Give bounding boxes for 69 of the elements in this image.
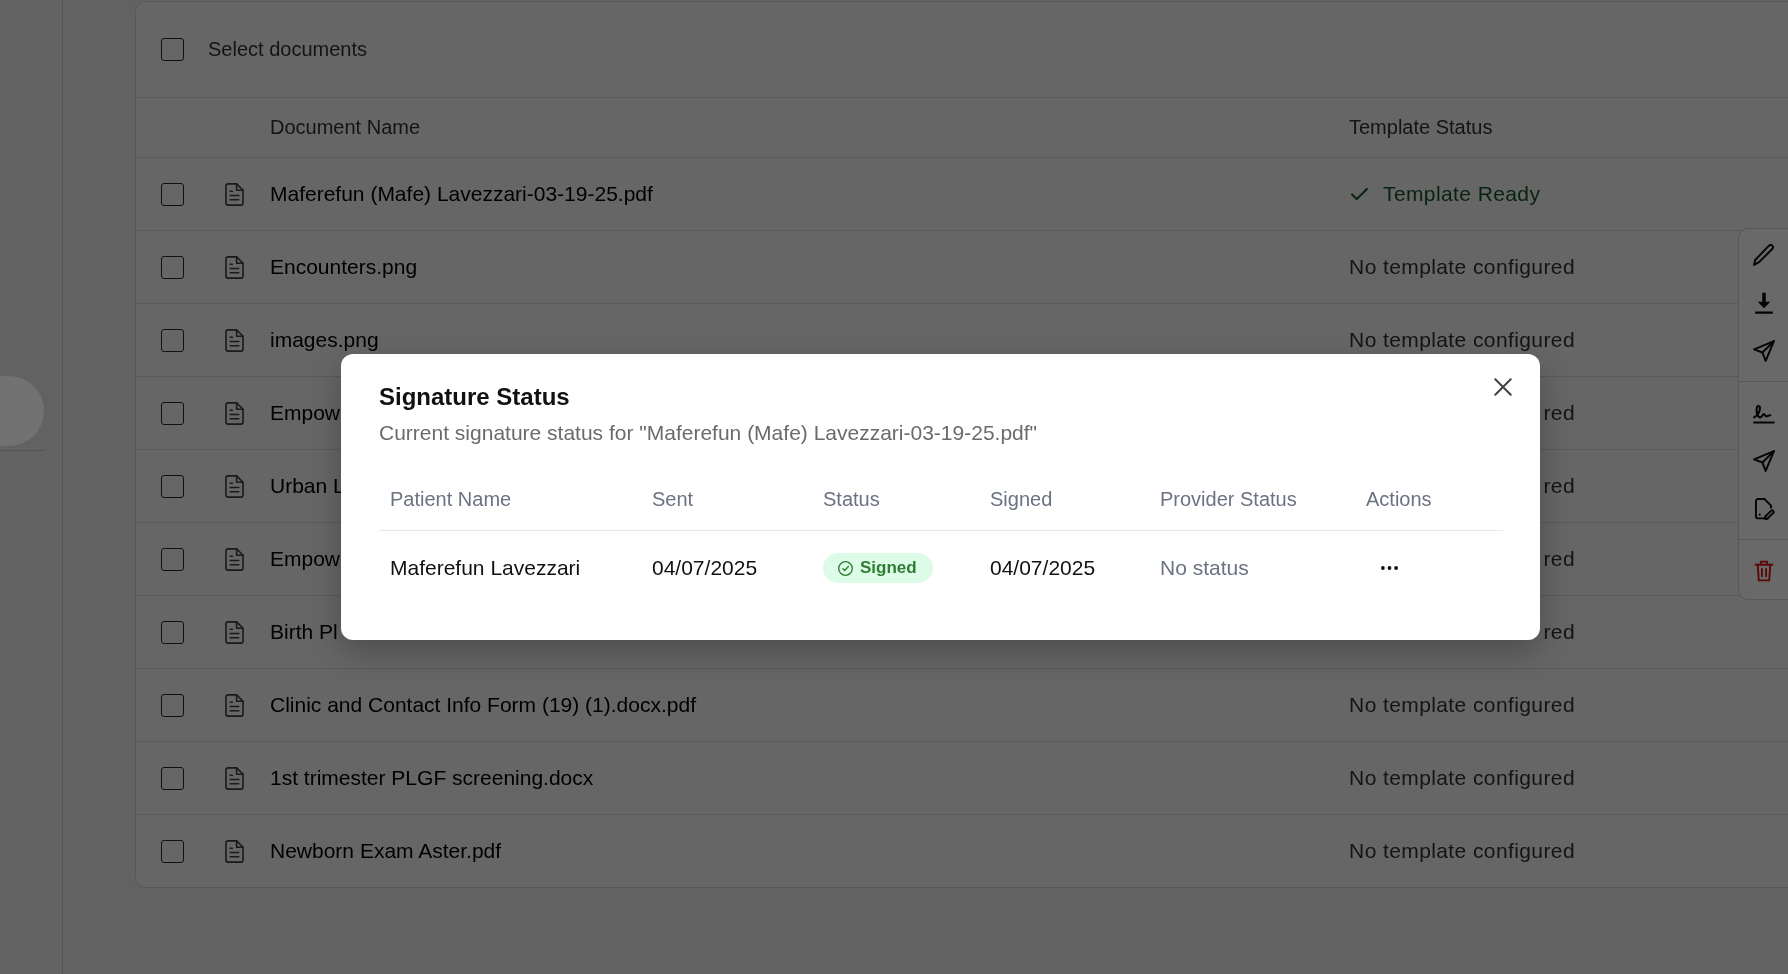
close-button[interactable] [1494, 378, 1512, 396]
row-checkbox[interactable] [161, 328, 184, 352]
document-name: Encounters.png [270, 255, 418, 279]
row-checkbox[interactable] [161, 401, 184, 425]
more-icon [1381, 566, 1398, 570]
check-circle-icon [838, 560, 853, 576]
column-header: Patient Name [390, 488, 512, 511]
column-header: Status [823, 488, 880, 511]
row-checkbox[interactable] [161, 182, 184, 206]
document-name: Empow [270, 401, 341, 425]
file-icon [225, 839, 244, 863]
row-checkbox[interactable] [161, 620, 184, 644]
column-header: Template Status [1349, 116, 1493, 139]
more-button[interactable] [1381, 566, 1398, 570]
check-icon [1351, 187, 1368, 201]
document-name: Clinic and Contact Info Form (19) (1).docx.pdf [270, 693, 696, 717]
table-cell: 04/07/2025 [652, 556, 758, 580]
column-header: Provider Status [1160, 488, 1297, 511]
select-all-checkbox[interactable] [161, 38, 184, 61]
file-icon [225, 547, 244, 571]
dialog-title: Signature Status [379, 382, 570, 412]
template-status: No template configured [1349, 255, 1575, 279]
document-name: 1st trimester PLGF screening.docx [270, 766, 594, 790]
close-icon [1494, 378, 1512, 396]
row-checkbox[interactable] [161, 255, 184, 279]
select-label: Select documents [208, 38, 367, 61]
file-icon [225, 401, 244, 425]
row-checkbox[interactable] [161, 474, 184, 498]
signature-icon [1752, 402, 1775, 424]
row-checkbox[interactable] [161, 693, 184, 717]
file-icon [225, 620, 244, 644]
document-name: Empow [270, 547, 341, 571]
template-status: No template configured [1349, 766, 1575, 790]
pencil-icon [1752, 244, 1775, 266]
document-name: Birth Pl [270, 620, 338, 644]
column-header: Signed [990, 488, 1053, 511]
file-icon [225, 693, 244, 717]
dialog-subtitle: Current signature status for "Maferefun (Mafe) Lavezzari-03-19-25.pdf" [379, 420, 1038, 446]
row-checkbox[interactable] [161, 766, 184, 790]
trash-icon [1752, 560, 1775, 582]
download-icon [1752, 292, 1775, 314]
file-icon [225, 328, 244, 352]
document-name: Newborn Exam Aster.pdf [270, 839, 502, 863]
row-checkbox[interactable] [161, 839, 184, 863]
template-status: No template configured [1349, 328, 1575, 352]
document-pen-icon [1752, 498, 1775, 520]
paper-plane-icon [1752, 340, 1775, 362]
file-icon [225, 766, 244, 790]
table-cell: Maferefun Lavezzari [390, 556, 581, 580]
column-header: Document Name [270, 116, 421, 139]
file-icon [225, 474, 244, 498]
status-label: Signed [860, 558, 917, 578]
document-name: Maferefun (Mafe) Lavezzari-03-19-25.pdf [270, 182, 653, 206]
template-status: red [1543, 474, 1575, 498]
template-status: No template configured [1349, 839, 1575, 863]
template-status: red [1543, 547, 1575, 571]
file-icon [225, 255, 244, 279]
template-status: red [1543, 401, 1575, 425]
template-status: Template Ready [1383, 182, 1541, 206]
file-icon [225, 182, 244, 206]
column-header: Actions [1366, 488, 1432, 511]
column-header: Sent [652, 488, 694, 511]
document-name: images.png [270, 328, 379, 352]
paper-plane-icon [1752, 450, 1775, 472]
table-cell: 04/07/2025 [990, 556, 1096, 580]
table-cell: No status [1160, 556, 1249, 580]
template-status: No template configured [1349, 693, 1575, 717]
template-status: red [1543, 620, 1575, 644]
row-checkbox[interactable] [161, 547, 184, 571]
